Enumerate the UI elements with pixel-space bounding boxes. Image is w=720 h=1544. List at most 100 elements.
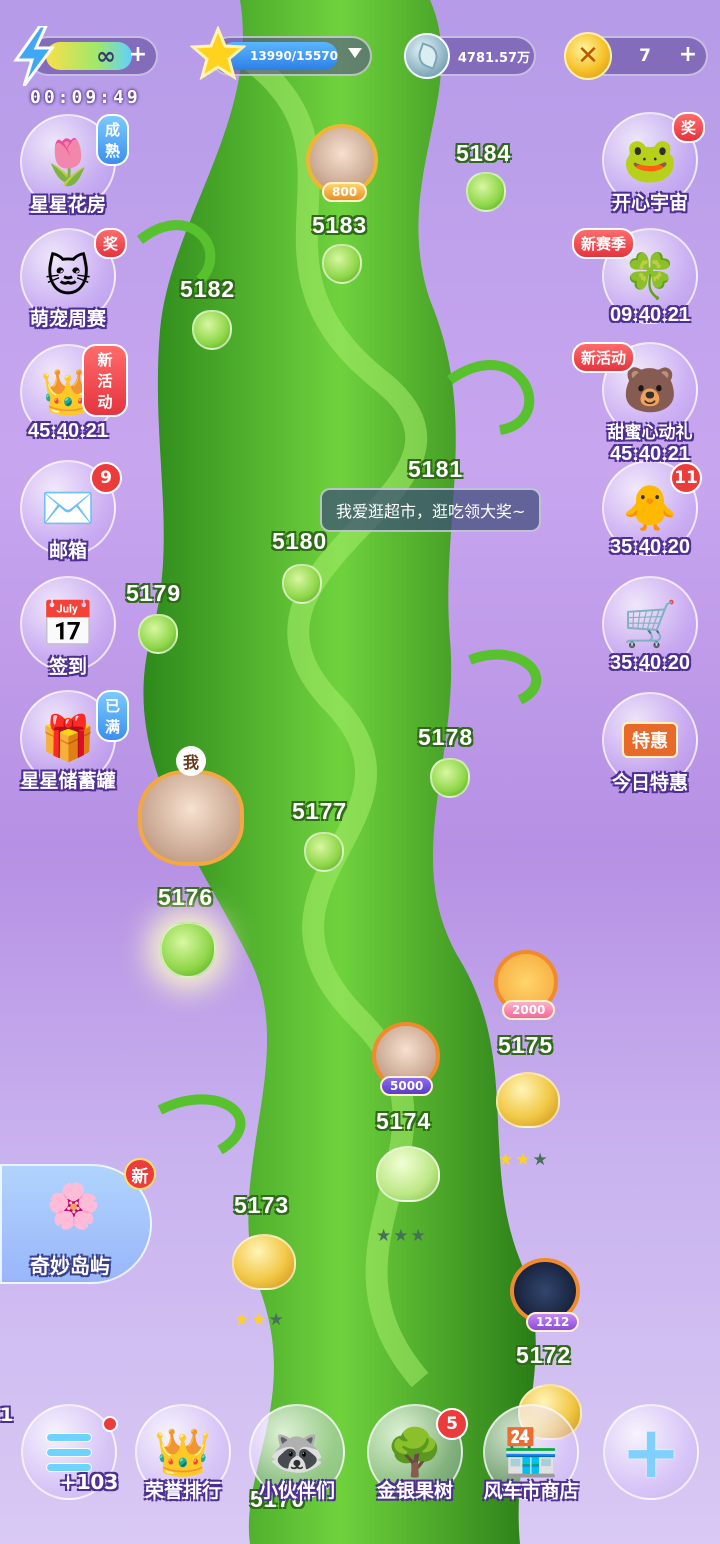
level-number: 5182: [180, 276, 236, 302]
gold-coin-icon: ✕: [564, 32, 612, 80]
new-season-button[interactable]: 🍀 新赛季 09:40:21: [572, 228, 710, 327]
event-count-badge: 11: [670, 462, 702, 494]
energy-counter[interactable]: ∞ +: [13, 26, 158, 86]
feature-timer: 35:40:20: [609, 652, 691, 674]
me-tag: 我: [176, 746, 206, 776]
add-gold-button[interactable]: +: [676, 44, 700, 68]
honor-ranking-button[interactable]: 👑 荣誉排行: [128, 1404, 238, 1503]
sale-sign: 特惠: [622, 722, 678, 758]
menu-count: +103: [59, 1470, 119, 1494]
island-flower-icon: 🌸: [46, 1181, 101, 1232]
island-label: 奇妙岛屿: [30, 1254, 110, 1278]
feature-label: 萌宠周赛: [29, 308, 106, 330]
bottom-label: 风车市商店: [483, 1480, 579, 1502]
level-number: 5181: [408, 456, 464, 482]
energy-bar: [46, 42, 132, 70]
level-stars: ★★★: [498, 1150, 550, 1170]
level-node-5184[interactable]: [466, 172, 506, 212]
happy-universe-button[interactable]: 🐸 奖 开心宇宙: [590, 112, 710, 215]
expand-button[interactable]: +: [596, 1404, 706, 1500]
level-node-5174[interactable]: [376, 1146, 440, 1202]
daily-deal-button[interactable]: 特惠 今日特惠: [590, 692, 710, 795]
add-energy-button[interactable]: +: [126, 44, 150, 68]
feature-timer: 35:40:20: [609, 536, 691, 558]
coin-value: 4781.57万: [457, 50, 531, 66]
bottom-label: 小伙伴们: [258, 1480, 335, 1502]
level-stars: ★★★: [234, 1310, 286, 1330]
chick-basket-event-button[interactable]: 🐥 11 35:40:20: [590, 460, 710, 559]
side-number: 1: [0, 1404, 14, 1426]
sign-in-button[interactable]: 📅 签到: [8, 576, 128, 679]
level-node-5178[interactable]: [430, 758, 470, 798]
avatar-tag: 800: [322, 182, 368, 202]
windmill-shop-button[interactable]: 🏪 风车市商店: [476, 1404, 586, 1503]
avatar-tag: 1212: [526, 1312, 580, 1332]
level-number: 5175: [498, 1032, 554, 1058]
pet-weekly-contest-button[interactable]: 🐱 奖 萌宠周赛: [8, 228, 128, 331]
level-node-5173[interactable]: [232, 1234, 296, 1290]
level-node-5177[interactable]: [304, 832, 344, 872]
feature-timer: 45:40:21: [27, 420, 109, 442]
feature-badge: 已满: [96, 690, 130, 742]
dropdown-arrow-icon[interactable]: [348, 48, 362, 58]
level-number: 5174: [376, 1108, 432, 1134]
lightning-icon: [13, 26, 55, 86]
level-number: 5183: [312, 212, 368, 238]
new-event-button[interactable]: 👑 新活动 45:40:21: [8, 344, 128, 443]
level-number: 5178: [418, 724, 474, 750]
current-level-node[interactable]: [160, 922, 216, 978]
top-resource-bar: ∞ + 13990/15570 4781.57万 7 + ✕: [0, 26, 720, 86]
feature-badge: 奖: [672, 112, 706, 143]
mailbox-button[interactable]: ✉️ 9 邮箱: [8, 460, 128, 563]
level-number: 5176: [158, 884, 214, 910]
sweet-gift-button[interactable]: 🐻 新活动 甜蜜心动礼 45:40:21: [572, 342, 710, 466]
star-progress-value: 13990/15570: [250, 49, 338, 63]
level-node-5179[interactable]: [138, 614, 178, 654]
fruit-tree-button[interactable]: 🌳 5 金银果树: [360, 1404, 470, 1503]
bottom-label: 金银果树: [376, 1480, 453, 1502]
level-number: 5180: [272, 528, 328, 554]
avatar-tag: 2000: [502, 1000, 556, 1020]
star-flower-house-button[interactable]: 🌷 成熟 星星花房: [8, 114, 130, 217]
feature-timer: 09:40:21: [609, 304, 691, 326]
feature-label: 开心宇宙: [611, 192, 688, 214]
gold-value: 7: [639, 46, 651, 66]
star-icon: [190, 26, 246, 81]
fruit-tree-badge: 5: [436, 1408, 468, 1440]
feature-badge: 新赛季: [572, 228, 636, 259]
friends-button[interactable]: 🦝 小伙伴们: [242, 1404, 352, 1503]
level-number: 5172: [516, 1342, 572, 1368]
island-new-badge: 新: [124, 1158, 156, 1190]
level-node-5180[interactable]: [282, 564, 322, 604]
feature-label: 星星花房: [29, 194, 106, 216]
level-node-5175[interactable]: [496, 1072, 560, 1128]
leaf-coin-icon: [404, 33, 450, 79]
feature-badge: 成熟: [96, 114, 130, 166]
feature-badge: 新活动: [82, 344, 128, 417]
feature-badge: 新活动: [572, 342, 636, 373]
plus-icon: +: [603, 1404, 699, 1500]
bottom-label: 荣誉排行: [144, 1480, 221, 1502]
mail-count-badge: 9: [90, 462, 122, 494]
level-number: 5173: [234, 1192, 290, 1218]
avatar-tag: 5000: [380, 1076, 434, 1096]
feature-label: 甜蜜心动礼: [607, 423, 693, 443]
player-avatar[interactable]: [138, 770, 244, 866]
level-stars: ★★★: [376, 1226, 428, 1246]
feature-label: 今日特惠: [611, 772, 688, 794]
feature-label: 签到: [48, 656, 87, 678]
level-node-5182[interactable]: [192, 310, 232, 350]
level-number: 5184: [456, 140, 512, 166]
star-piggy-bank-button[interactable]: 🎁 已满 星星储蓄罐: [8, 690, 130, 793]
energy-timer: 00:09:49: [30, 87, 141, 108]
level-number: 5179: [126, 580, 182, 606]
feature-label: 星星储蓄罐: [20, 770, 116, 792]
feature-badge: 奖: [94, 228, 128, 259]
speech-bubble: 我爱逛超市，逛吃领大奖~: [320, 488, 542, 532]
menu-button[interactable]: +103: [14, 1404, 124, 1500]
level-number: 5177: [292, 798, 348, 824]
shopping-event-button[interactable]: 🛒 35:40:20: [590, 576, 710, 675]
level-node-5183[interactable]: [322, 244, 362, 284]
feature-label: 邮箱: [48, 540, 87, 562]
menu-red-dot: [102, 1416, 118, 1432]
